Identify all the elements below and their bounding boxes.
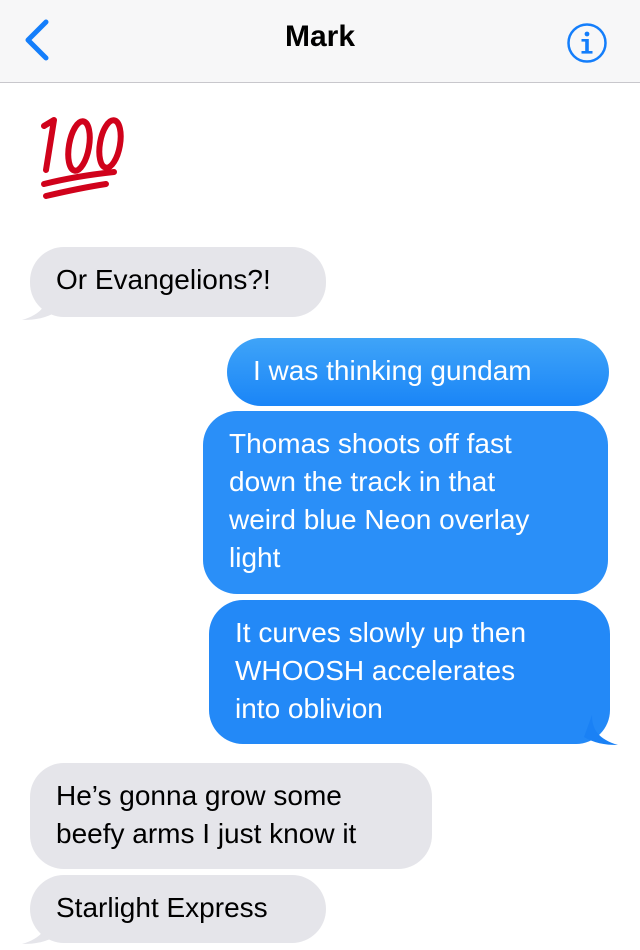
incoming-message-bubble[interactable]: Starlight Express — [30, 875, 326, 943]
info-circle-icon — [567, 23, 607, 63]
message-line: into oblivion — [235, 693, 383, 724]
conversation-header: Mark — [0, 0, 640, 83]
message-line: weird blue Neon overlay — [229, 504, 530, 535]
message-line: Or Evangelions?! — [56, 264, 271, 295]
message-line: light — [229, 542, 281, 573]
outgoing-message-bubble[interactable]: I was thinking gundam — [227, 338, 609, 406]
hundred-points-icon — [41, 117, 124, 199]
incoming-bubble-tail — [22, 290, 56, 320]
outgoing-message-bubble[interactable]: Thomas shoots off fast down the track in… — [203, 411, 608, 594]
message-line: beefy arms I just know it — [56, 818, 357, 849]
message-line: It curves slowly up then — [235, 617, 527, 648]
incoming-message-bubble[interactable]: He’s gonna grow some beefy arms I just k… — [30, 763, 432, 869]
incoming-bubble-tail — [22, 914, 56, 944]
incoming-message-bubble[interactable]: Or Evangelions?! — [30, 247, 326, 317]
message-line: Thomas shoots off fast — [229, 428, 512, 459]
outgoing-message-bubble[interactable]: It curves slowly up then WHOOSH accelera… — [209, 600, 610, 744]
message-line: down the track in that — [229, 466, 496, 497]
outgoing-bubble-tail — [584, 715, 618, 745]
hundred-points-emoji-message[interactable] — [36, 112, 136, 202]
contact-name[interactable]: Mark — [0, 20, 640, 54]
message-line: Starlight Express — [56, 892, 268, 923]
message-line: WHOOSH accelerates — [235, 655, 516, 686]
info-button[interactable] — [566, 22, 608, 64]
message-line: He’s gonna grow some — [56, 780, 342, 811]
message-line: I was thinking gundam — [253, 355, 532, 386]
